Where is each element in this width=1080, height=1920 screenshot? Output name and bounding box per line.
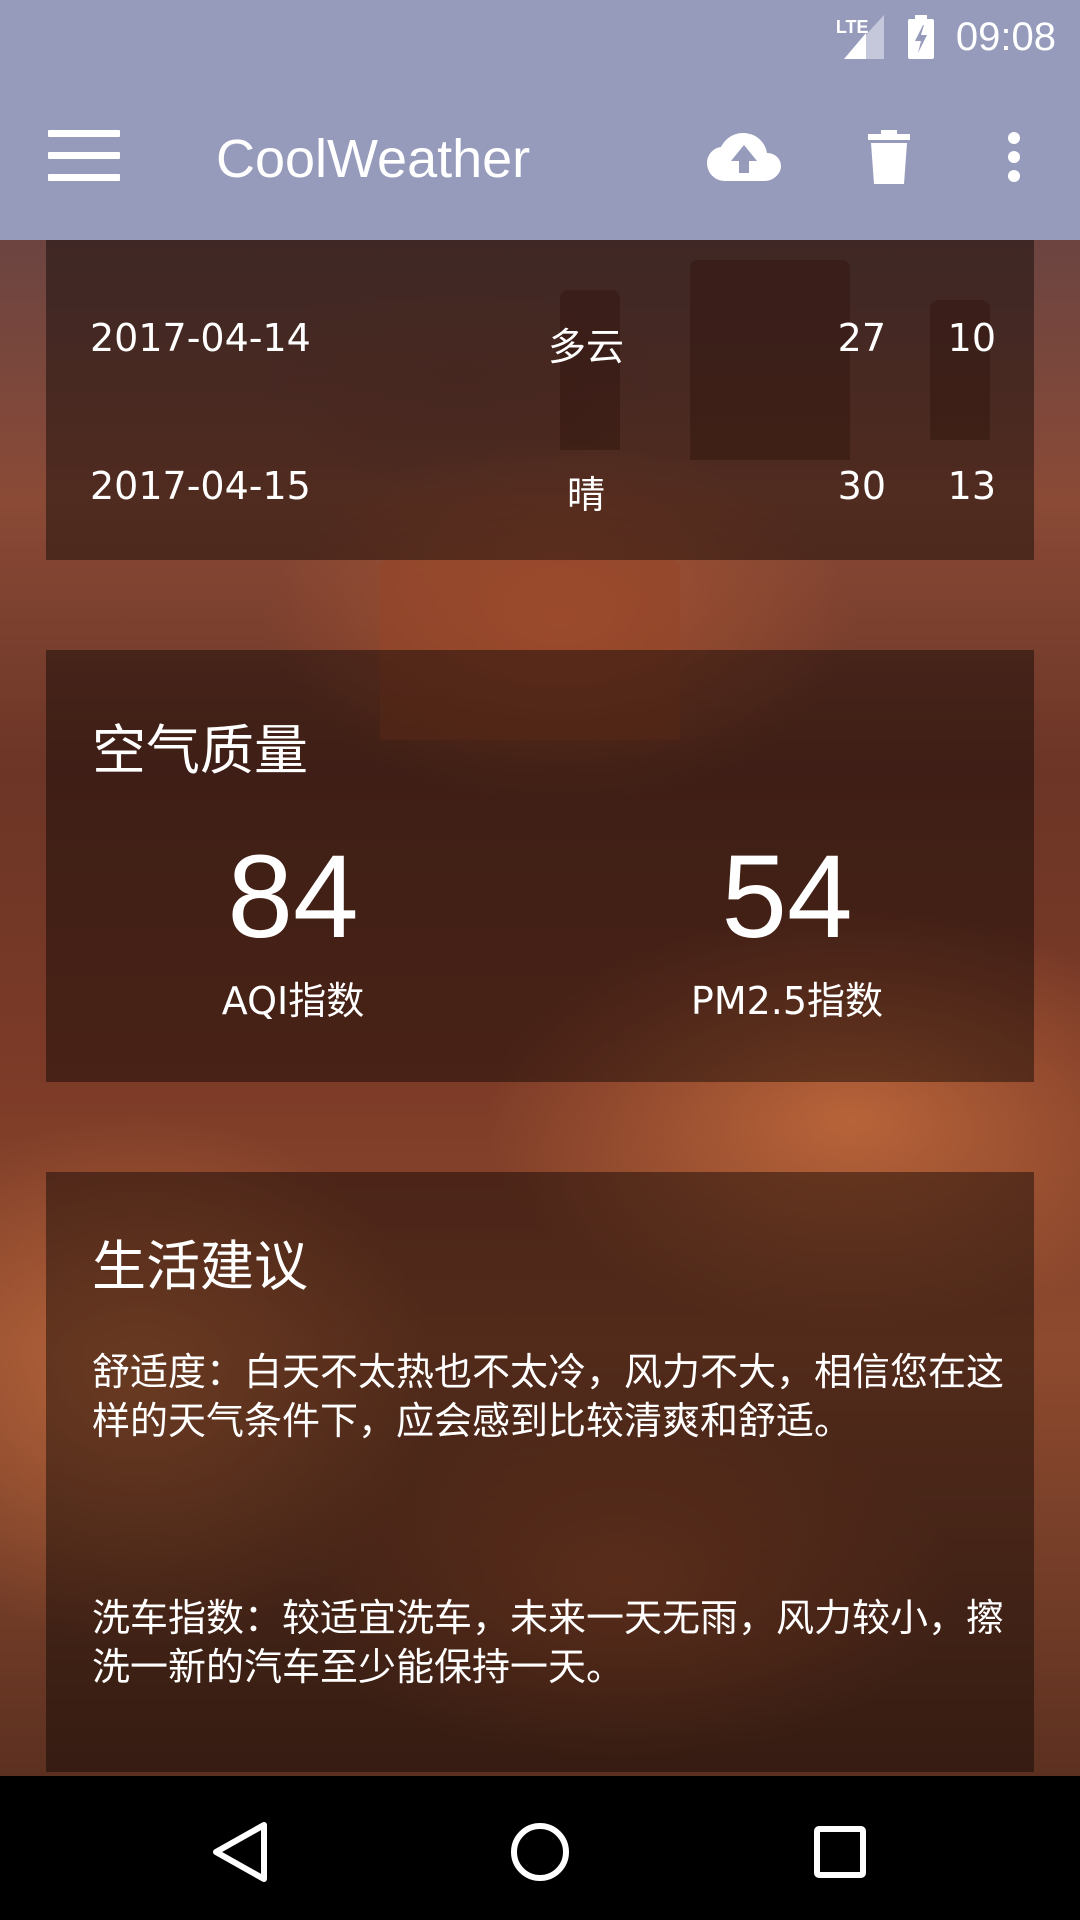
pm25-value: 54 (721, 831, 853, 963)
battery-charging-icon (907, 15, 934, 59)
home-icon[interactable] (500, 1812, 580, 1892)
nav-bar (0, 1776, 1080, 1920)
status-time: 09:08 (955, 14, 1056, 59)
forecast-row: 2017-04-15 晴 30 13 (46, 464, 1034, 524)
aqi-label: AQI指数 (221, 979, 365, 1023)
pm25-label: PM2.5指数 (690, 979, 884, 1023)
trash-icon[interactable] (866, 122, 912, 192)
car-wash-text: 洗车指数：较适宜洗车，未来一天无雨，风力较小，擦洗一新的汽车至少能保持一天。 (92, 1596, 1005, 1689)
lte-signal-icon: LTE (836, 15, 886, 59)
back-icon[interactable] (200, 1812, 280, 1892)
toolbar: CoolWeather (0, 74, 1080, 240)
menu-icon[interactable] (48, 130, 120, 182)
cloud-upload-icon[interactable] (706, 122, 782, 192)
suggestion-card: 生活建议 舒适度：白天不太热也不太冷，风力不大，相信您在这样的天气条件下，应会感… (46, 1172, 1034, 1772)
forecast-min: 13 (947, 464, 996, 508)
recents-icon[interactable] (800, 1812, 880, 1892)
aqi-card: 空气质量 84 AQI指数 54 PM2.5指数 (46, 650, 1034, 1082)
forecast-info: 晴 (566, 473, 605, 517)
forecast-date: 2017-04-14 (90, 316, 311, 360)
suggestion-title: 生活建议 (92, 1235, 308, 1298)
aqi-title: 空气质量 (92, 719, 308, 782)
status-bar: LTE 09:08 (0, 0, 1080, 74)
aqi-index: 84 AQI指数 (46, 838, 540, 1025)
forecast-min: 10 (947, 316, 996, 360)
pm25-index: 54 PM2.5指数 (540, 838, 1034, 1025)
app-title: CoolWeather (216, 129, 531, 189)
forecast-info: 多云 (547, 325, 624, 369)
comfort-text: 舒适度：白天不太热也不太冷，风力不大，相信您在这样的天气条件下，应会感到比较清爽… (92, 1350, 1005, 1443)
forecast-max: 30 (837, 464, 886, 508)
aqi-value: 84 (227, 831, 359, 963)
more-vert-icon[interactable] (1000, 122, 1028, 192)
forecast-date: 2017-04-15 (90, 464, 311, 508)
forecast-card: 2017-04-14 多云 27 10 2017-04-15 晴 30 13 (46, 240, 1034, 560)
forecast-row: 2017-04-14 多云 27 10 (46, 316, 1034, 376)
forecast-max: 27 (837, 316, 886, 360)
